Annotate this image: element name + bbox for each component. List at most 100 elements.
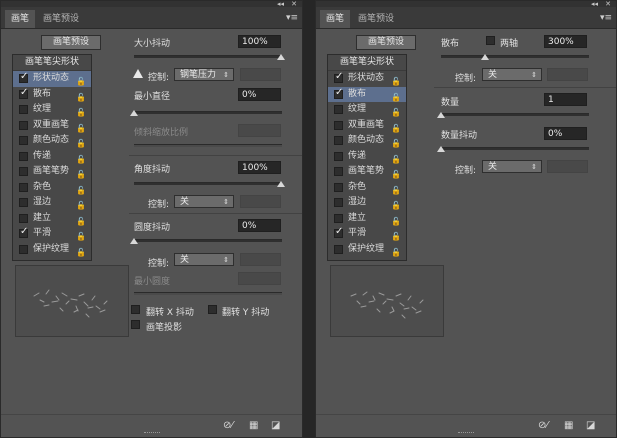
list-item[interactable]: 双重画笔 🔓: [13, 118, 91, 134]
item-checkbox[interactable]: [334, 105, 343, 114]
item-checkbox[interactable]: [19, 213, 28, 223]
size-jitter-slider-thumb[interactable]: [277, 54, 285, 60]
list-item[interactable]: 建立 🔓: [13, 211, 91, 227]
flip-x-checkbox[interactable]: [131, 305, 140, 314]
angle-jitter-value[interactable]: 100%: [238, 161, 281, 174]
item-checkbox[interactable]: [19, 120, 28, 130]
item-checkbox[interactable]: ✓: [19, 226, 28, 238]
tab-brush-presets[interactable]: 画笔预设: [352, 10, 400, 28]
brush-stroke-preview: [330, 265, 444, 337]
list-item[interactable]: ✓ 平滑 🔓: [328, 226, 406, 242]
item-checkbox[interactable]: [19, 136, 28, 145]
list-item[interactable]: 传递 🔓: [13, 149, 91, 165]
list-item[interactable]: 画笔笔势 🔓: [13, 164, 91, 180]
list-item[interactable]: 纹理 🔓: [328, 102, 406, 118]
min-diameter-value[interactable]: 0%: [238, 88, 281, 101]
count-control-select[interactable]: 关 ⇕: [482, 160, 542, 173]
size-jitter-value[interactable]: 100%: [238, 35, 281, 48]
count-value[interactable]: 1: [544, 93, 587, 106]
brush-tip-shape-item[interactable]: 画笔笔尖形状: [328, 55, 406, 71]
brush-tip-shape-item[interactable]: 画笔笔尖形状: [13, 55, 91, 71]
list-item[interactable]: 保护纹理 🔓: [328, 242, 406, 258]
list-item[interactable]: 传递 🔓: [328, 149, 406, 165]
min-diameter-slider-track[interactable]: [134, 111, 282, 114]
item-checkbox[interactable]: [19, 244, 28, 254]
item-checkbox[interactable]: [19, 105, 28, 114]
roundness-jitter-slider-thumb[interactable]: [130, 238, 138, 244]
list-item[interactable]: 湿边 🔓: [328, 195, 406, 211]
tab-brush[interactable]: 画笔: [5, 10, 36, 28]
item-checkbox[interactable]: [334, 120, 343, 130]
list-item[interactable]: 湿边 🔓: [13, 195, 91, 211]
roundness-jitter-slider-track[interactable]: [134, 239, 282, 242]
item-checkbox[interactable]: ✓: [19, 87, 28, 99]
panel-menu-icon[interactable]: ▾≡: [600, 13, 612, 23]
item-checkbox[interactable]: [19, 198, 28, 207]
roundness-jitter-value[interactable]: 0%: [238, 219, 281, 232]
grid-view-icon[interactable]: ▦: [564, 420, 573, 431]
list-item[interactable]: 颜色动态 🔓: [328, 133, 406, 149]
brush-presets-button[interactable]: 画笔预设: [356, 35, 416, 50]
lock-icon[interactable]: 🔓: [76, 245, 86, 261]
item-checkbox[interactable]: [334, 244, 343, 254]
list-item[interactable]: ✓ 平滑 🔓: [13, 226, 91, 242]
scatter-value[interactable]: 300%: [544, 35, 587, 48]
list-item[interactable]: 杂色 🔓: [13, 180, 91, 196]
both-axes-checkbox[interactable]: [486, 36, 495, 45]
tab-brush-presets[interactable]: 画笔预设: [37, 10, 85, 28]
new-brush-icon[interactable]: ◪: [271, 420, 280, 431]
item-checkbox[interactable]: [334, 167, 343, 176]
count-jitter-slider-track[interactable]: [441, 147, 589, 150]
list-item[interactable]: 双重画笔 🔓: [328, 118, 406, 134]
size-jitter-slider-track[interactable]: [134, 55, 282, 58]
item-checkbox[interactable]: ✓: [334, 71, 343, 83]
new-brush-icon[interactable]: ◪: [586, 420, 595, 431]
count-jitter-slider-thumb[interactable]: [437, 146, 445, 152]
angle-jitter-slider-thumb[interactable]: [277, 181, 285, 187]
roundness-control-select[interactable]: 关 ⇕: [174, 253, 234, 266]
toggle-live-tip-icon[interactable]: ⊘⁄: [538, 420, 548, 431]
scatter-slider-thumb[interactable]: [481, 54, 489, 60]
resize-grip[interactable]: [458, 432, 474, 435]
angle-control-select[interactable]: 关 ⇕: [174, 195, 234, 208]
list-item[interactable]: 杂色 🔓: [328, 180, 406, 196]
item-checkbox[interactable]: ✓: [334, 87, 343, 99]
list-item[interactable]: 纹理 🔓: [13, 102, 91, 118]
list-item[interactable]: ✓ 形状动态 🔓: [13, 71, 91, 87]
grid-view-icon[interactable]: ▦: [249, 420, 258, 431]
lock-icon[interactable]: 🔓: [391, 245, 401, 261]
item-checkbox[interactable]: [19, 167, 28, 176]
item-checkbox[interactable]: [334, 182, 343, 192]
item-checkbox[interactable]: ✓: [19, 71, 28, 83]
brush-presets-button[interactable]: 画笔预设: [41, 35, 101, 50]
list-item[interactable]: 颜色动态 🔓: [13, 133, 91, 149]
item-checkbox[interactable]: [334, 198, 343, 207]
angle-jitter-slider-track[interactable]: [134, 182, 282, 185]
item-checkbox[interactable]: [334, 151, 343, 161]
item-checkbox[interactable]: [334, 136, 343, 145]
panel-menu-icon[interactable]: ▾≡: [286, 13, 298, 23]
item-checkbox[interactable]: [19, 151, 28, 161]
brush-projection-checkbox[interactable]: [131, 320, 140, 329]
list-item[interactable]: ✓ 形状动态 🔓: [328, 71, 406, 87]
size-control-select[interactable]: 钢笔压力 ⇕: [174, 68, 234, 81]
resize-grip[interactable]: [143, 432, 160, 435]
count-slider-track[interactable]: [441, 113, 589, 116]
list-item[interactable]: 保护纹理 🔓: [13, 242, 91, 258]
check-icon: ✓: [20, 71, 29, 82]
scatter-control-select[interactable]: 关 ⇕: [482, 68, 542, 81]
flip-y-checkbox[interactable]: [208, 305, 217, 314]
min-diameter-slider-thumb[interactable]: [130, 110, 138, 116]
tab-brush[interactable]: 画笔: [320, 10, 351, 28]
count-jitter-value[interactable]: 0%: [544, 127, 587, 140]
toggle-live-tip-icon[interactable]: ⊘⁄: [223, 420, 233, 431]
item-checkbox[interactable]: ✓: [334, 226, 343, 238]
item-checkbox[interactable]: [19, 182, 28, 192]
list-item[interactable]: ✓ 散布 🔓: [13, 87, 91, 103]
list-item[interactable]: ✓ 散布 🔓: [328, 86, 406, 102]
list-item[interactable]: 建立 🔓: [328, 211, 406, 227]
item-checkbox[interactable]: [334, 213, 343, 223]
count-slider-thumb[interactable]: [437, 112, 445, 118]
scatter-slider-track[interactable]: [441, 55, 589, 58]
list-item[interactable]: 画笔笔势 🔓: [328, 164, 406, 180]
